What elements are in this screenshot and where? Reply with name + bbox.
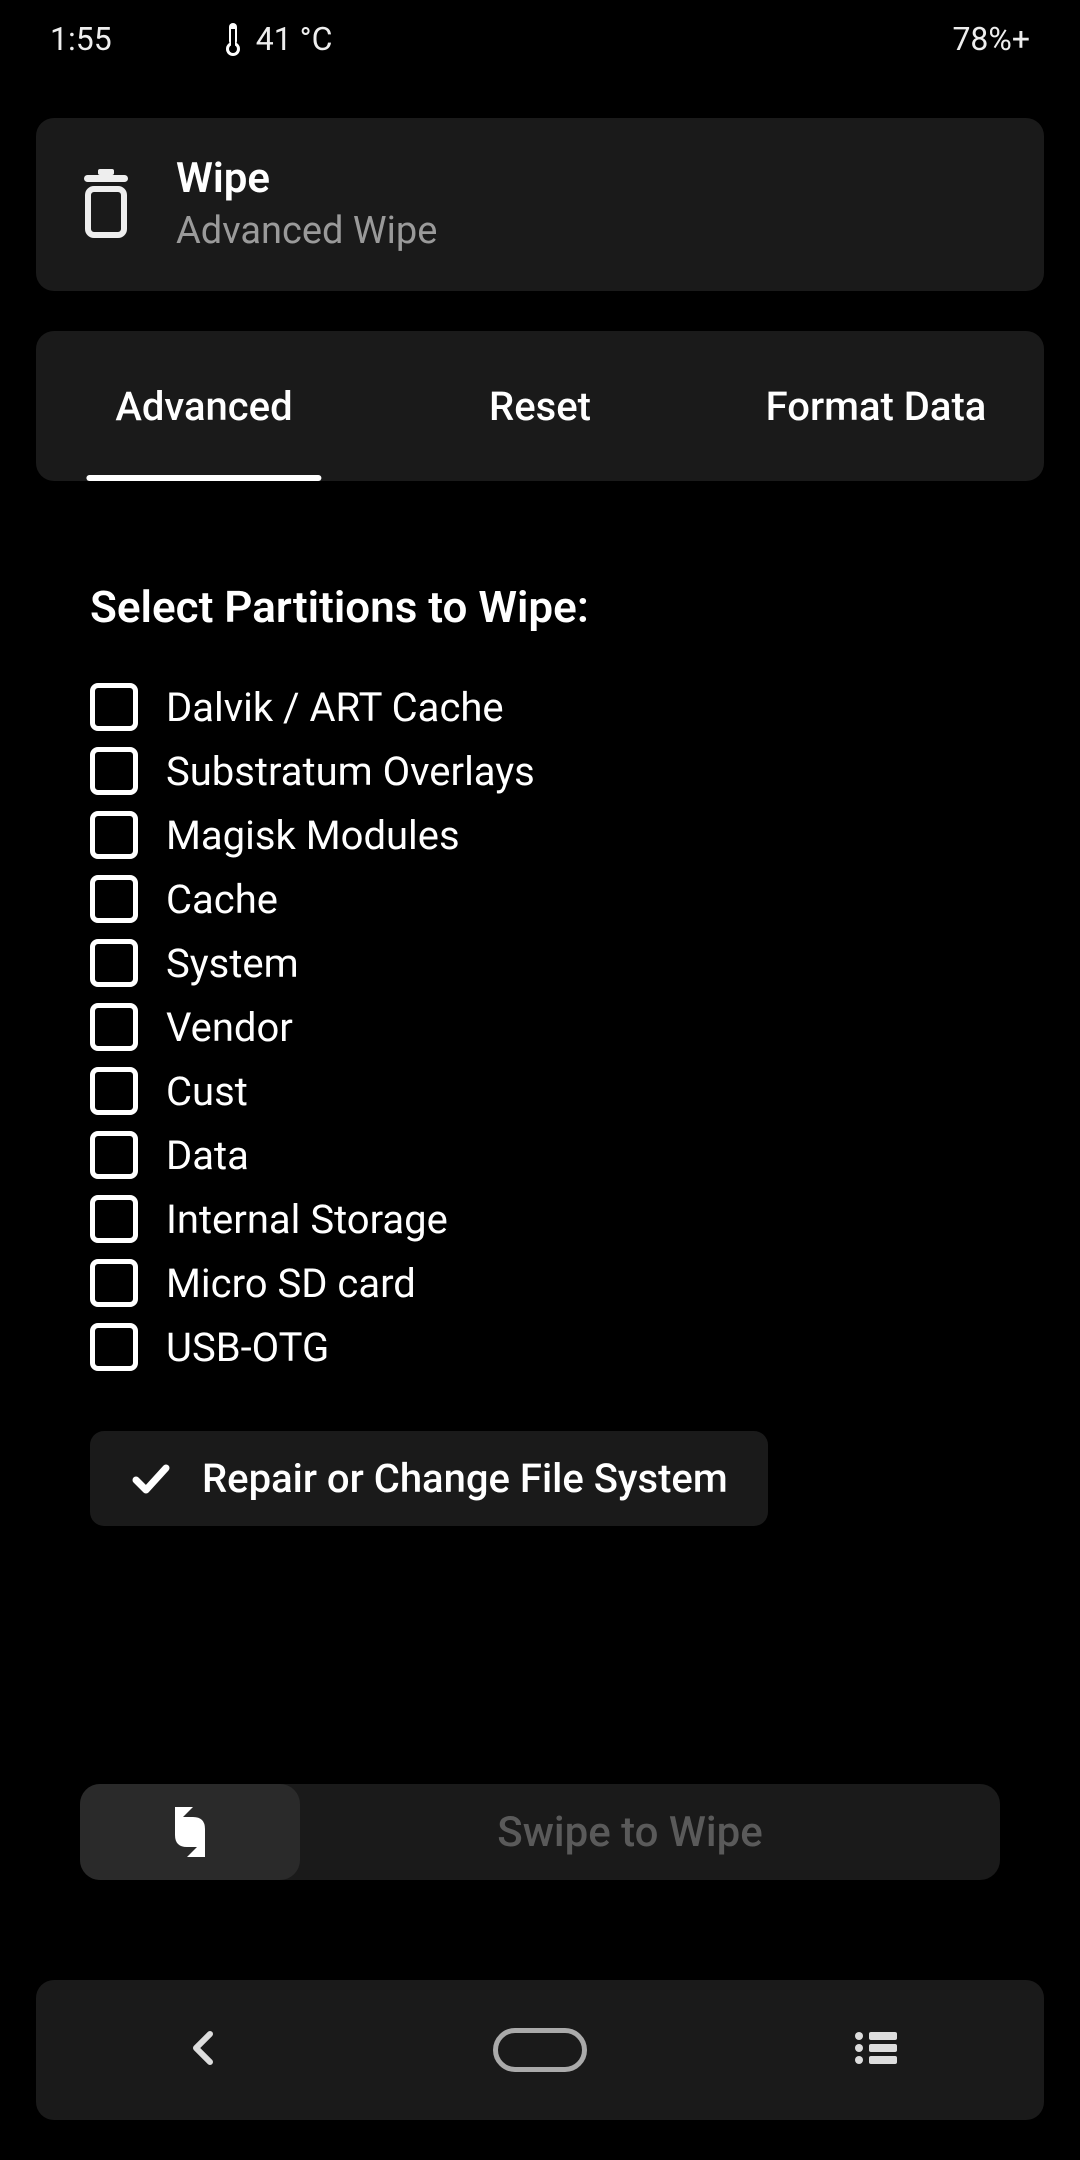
- tab-label: Format Data: [766, 383, 987, 430]
- partition-label: Data: [166, 1132, 249, 1179]
- page-header: Wipe Advanced Wipe: [36, 118, 1044, 291]
- repair-label: Repair or Change File System: [202, 1455, 728, 1502]
- partition-row[interactable]: Substratum Overlays: [90, 747, 990, 795]
- partition-row[interactable]: Magisk Modules: [90, 811, 990, 859]
- checkbox[interactable]: [90, 1259, 138, 1307]
- checkbox[interactable]: [90, 811, 138, 859]
- status-time: 1:55: [50, 20, 112, 58]
- checkbox[interactable]: [90, 1323, 138, 1371]
- checkbox[interactable]: [90, 939, 138, 987]
- trash-icon: [76, 169, 136, 239]
- partition-label: Substratum Overlays: [166, 748, 535, 795]
- list-icon: [853, 2028, 899, 2072]
- repair-filesystem-button[interactable]: Repair or Change File System: [90, 1431, 768, 1526]
- tab-format-data[interactable]: Format Data: [708, 331, 1044, 481]
- partition-row[interactable]: Data: [90, 1131, 990, 1179]
- navigation-bar: [36, 1980, 1044, 2120]
- recovery-logo-icon: [155, 1797, 225, 1867]
- tab-reset[interactable]: Reset: [372, 331, 708, 481]
- checkbox[interactable]: [90, 1195, 138, 1243]
- partition-row[interactable]: System: [90, 939, 990, 987]
- checkbox[interactable]: [90, 875, 138, 923]
- partition-label: Micro SD card: [166, 1260, 416, 1307]
- swipe-label: Swipe to Wipe: [300, 1808, 1000, 1857]
- partition-label: Cache: [166, 876, 278, 923]
- home-button[interactable]: [480, 2010, 600, 2090]
- menu-button[interactable]: [816, 2010, 936, 2090]
- partition-row[interactable]: Cust: [90, 1067, 990, 1115]
- partition-row[interactable]: Vendor: [90, 1003, 990, 1051]
- partition-row[interactable]: Internal Storage: [90, 1195, 990, 1243]
- checkbox[interactable]: [90, 1067, 138, 1115]
- status-temperature: 41 °C: [222, 20, 333, 58]
- partition-label: Magisk Modules: [166, 812, 460, 859]
- status-temp-value: 41 °C: [256, 20, 333, 58]
- partition-label: System: [166, 940, 299, 987]
- partition-label: Vendor: [166, 1004, 293, 1051]
- tab-label: Reset: [489, 383, 591, 430]
- section-title: Select Partitions to Wipe:: [90, 581, 990, 633]
- swipe-to-wipe-slider[interactable]: Swipe to Wipe: [80, 1784, 1000, 1880]
- thermometer-icon: [222, 21, 244, 57]
- content-area: Select Partitions to Wipe: Dalvik / ART …: [0, 481, 1080, 1526]
- checkbox[interactable]: [90, 683, 138, 731]
- partition-row[interactable]: USB-OTG: [90, 1323, 990, 1371]
- partition-row[interactable]: Micro SD card: [90, 1259, 990, 1307]
- partition-label: Dalvik / ART Cache: [166, 684, 504, 731]
- partition-row[interactable]: Dalvik / ART Cache: [90, 683, 990, 731]
- checkbox[interactable]: [90, 1003, 138, 1051]
- partition-row[interactable]: Cache: [90, 875, 990, 923]
- page-title: Wipe: [176, 154, 437, 203]
- tab-bar: Advanced Reset Format Data: [36, 331, 1044, 481]
- status-battery: 78%+: [952, 20, 1030, 58]
- back-button[interactable]: [144, 2010, 264, 2090]
- home-pill-icon: [493, 2028, 587, 2072]
- partition-label: USB-OTG: [166, 1324, 329, 1371]
- checkbox[interactable]: [90, 747, 138, 795]
- swipe-handle[interactable]: [80, 1784, 300, 1880]
- tab-advanced[interactable]: Advanced: [36, 331, 372, 481]
- checkbox[interactable]: [90, 1131, 138, 1179]
- partition-label: Internal Storage: [166, 1196, 448, 1243]
- chevron-left-icon: [184, 2028, 224, 2072]
- partition-list: Dalvik / ART Cache Substratum Overlays M…: [90, 683, 990, 1371]
- status-bar: 1:55 41 °C 78%+: [0, 0, 1080, 78]
- page-subtitle: Advanced Wipe: [176, 209, 437, 253]
- partition-label: Cust: [166, 1068, 248, 1115]
- tab-label: Advanced: [115, 383, 292, 430]
- check-icon: [130, 1458, 172, 1500]
